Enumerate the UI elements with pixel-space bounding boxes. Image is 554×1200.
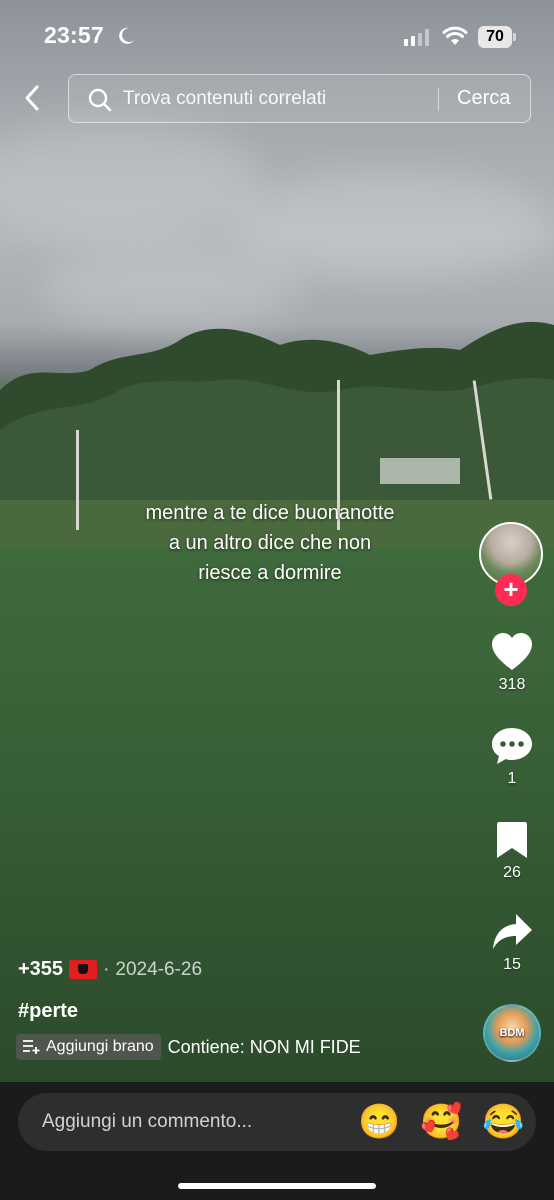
music-disc[interactable]: BDM	[483, 1004, 541, 1062]
comment-placeholder: Aggiungi un commento...	[42, 1111, 253, 1132]
music-label[interactable]: Contiene: NON MI FIDE	[168, 1037, 390, 1058]
sky-cloud	[230, 170, 550, 280]
moon-icon	[119, 27, 134, 44]
save-count: 26	[503, 864, 521, 881]
search-divider	[438, 88, 439, 111]
search-icon	[88, 88, 112, 112]
video-caption: mentre a te dice buonanotte a un altro d…	[100, 498, 440, 588]
chevron-left-icon	[25, 85, 39, 111]
like-count: 318	[498, 676, 526, 693]
playlist-add-icon	[23, 1040, 40, 1054]
add-song-button[interactable]: Aggiungi brano	[16, 1034, 161, 1060]
signal-icon	[404, 28, 429, 46]
heart-icon	[492, 633, 532, 670]
football-field	[0, 548, 554, 1082]
comment-icon	[492, 728, 532, 764]
status-bar: 23:57 70	[0, 0, 554, 72]
light-pole	[76, 430, 79, 530]
comment-area: Aggiungi un commento... 😁 🥰 😂	[0, 1082, 554, 1200]
music-disc-label: BDM	[499, 1027, 525, 1039]
post-date: 2024-6-26	[115, 958, 203, 980]
battery-level: 70	[478, 26, 512, 48]
follow-button[interactable]: +	[495, 574, 527, 606]
share-count: 15	[503, 956, 521, 973]
search-input[interactable]: Trova contenuti correlati	[123, 88, 326, 110]
hearts-emoji-button[interactable]: 🥰	[420, 1103, 462, 1141]
search-bar[interactable]: Trova contenuti correlati Cerca	[68, 74, 531, 123]
laugh-emoji-button[interactable]: 😂	[482, 1103, 524, 1141]
home-indicator	[178, 1183, 376, 1189]
save-button[interactable]: 26	[470, 820, 554, 882]
albania-flag-icon	[69, 960, 98, 979]
author-name[interactable]: +355	[18, 958, 63, 981]
caption-line: riesce a dormire	[198, 562, 342, 584]
add-song-label: Aggiungi brano	[46, 1038, 154, 1055]
share-arrow-icon	[493, 914, 532, 949]
music-row: Aggiungi brano Contiene: NON MI FIDE	[16, 1034, 416, 1060]
search-button[interactable]: Cerca	[457, 87, 510, 110]
wifi-icon	[442, 26, 468, 45]
comment-count: 1	[507, 770, 517, 787]
grin-emoji-button[interactable]: 😁	[358, 1103, 400, 1141]
status-time: 23:57	[44, 22, 104, 48]
bookmark-icon	[497, 822, 527, 858]
author-row: +355 · 2024-6-26	[18, 958, 202, 981]
caption-line: a un altro dice che non	[168, 532, 372, 554]
sky-cloud	[40, 250, 300, 330]
battery-icon: 70	[478, 26, 516, 48]
comment-input[interactable]: Aggiungi un commento... 😁 🥰 😂	[18, 1093, 536, 1151]
hashtag-link[interactable]: #perte	[18, 1000, 78, 1023]
share-button[interactable]: 15	[470, 912, 554, 974]
sky-cloud	[0, 120, 260, 240]
back-button[interactable]	[14, 80, 50, 116]
date-separator: ·	[103, 958, 110, 980]
like-button[interactable]: 318	[470, 632, 554, 694]
caption-line: mentre a te dice buonanotte	[145, 502, 395, 524]
comment-button[interactable]: 1	[470, 726, 554, 788]
